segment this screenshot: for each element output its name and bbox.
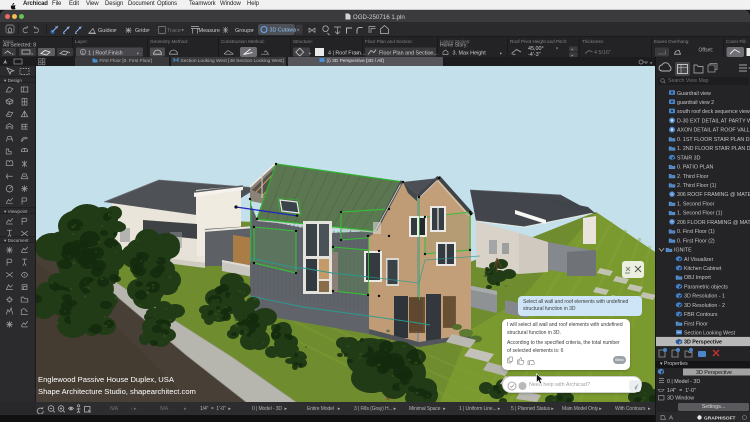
svg-text:▸: ▸ [572, 47, 574, 52]
svg-text:1 | Roof.Finish: 1 | Roof.Finish [88, 50, 123, 56]
svg-text:▸: ▸ [309, 50, 312, 55]
svg-text:▾: ▾ [556, 46, 558, 51]
svg-text:Home Story:: Home Story: [440, 43, 468, 49]
svg-text:1. Second Floor (1): 1. Second Floor (1) [677, 211, 723, 217]
svg-text:306 ROOF FRAMING @ MATE LINE: 306 ROOF FRAMING @ MATE LINE [677, 192, 750, 198]
svg-text:Guardrail view: Guardrail view [677, 91, 711, 97]
svg-text:206 FLOOR FRAMING @ MATE LINE: 206 FLOOR FRAMING @ MATE LINE [677, 220, 750, 226]
svg-text:IGNITE: IGNITE [674, 248, 692, 254]
svg-text:AXON DETAIL AT ROOF VALLEY EAS: AXON DETAIL AT ROOF VALLEY EAS [677, 128, 750, 134]
svg-text:Guides: Guides [98, 28, 116, 34]
svg-text:Section Looking West: Section Looking West [684, 331, 736, 337]
svg-text:1/4" = 1'-0": 1/4" = 1'-0" [667, 388, 696, 394]
svg-text:3D Perspective: 3D Perspective [684, 340, 722, 346]
svg-text:0. 1ST FLOOR STAIR PLAN DETAIL: 0. 1ST FLOOR STAIR PLAN DETAIL [677, 137, 750, 143]
svg-text:4 5/16": 4 5/16" [594, 50, 611, 56]
svg-text:2. Third Floor (1): 2. Third Floor (1) [677, 183, 717, 189]
svg-text:▾: ▾ [115, 28, 118, 33]
svg-text:▾: ▾ [182, 28, 185, 33]
svg-text:0 | Model - 3D: 0 | Model - 3D [667, 379, 700, 385]
svg-text:0. PATIO PLAN: 0. PATIO PLAN [677, 165, 713, 171]
svg-text:D-30 EXT DETAIL AT PARTY WALL: D-30 EXT DETAIL AT PARTY WALL EA [677, 119, 750, 125]
svg-text:▾: ▾ [252, 28, 255, 33]
svg-text:Offset:: Offset: [699, 48, 714, 54]
svg-text:Measure: Measure [199, 28, 220, 34]
svg-text:STAIR 3D: STAIR 3D [677, 155, 701, 161]
svg-text:▸: ▸ [500, 50, 503, 55]
svg-text:3D Perspective: 3D Perspective [696, 370, 732, 376]
svg-text:All Selected: 8: All Selected: 8 [3, 43, 36, 49]
svg-text:0. First Floor (1): 0. First Floor (1) [677, 229, 715, 235]
svg-text:Shape Architecture Studio, sha: Shape Architecture Studio, shapearchitec… [38, 387, 196, 396]
svg-text:3D Cutaway: 3D Cutaway [270, 28, 300, 34]
svg-text:2. Third Floor: 2. Third Floor [677, 174, 709, 180]
svg-text:1. Second Floor: 1. Second Floor [677, 201, 715, 207]
svg-text:guardrail view 2: guardrail view 2 [677, 100, 714, 106]
svg-text:GRAPHISOFT: GRAPHISOFT [704, 415, 736, 421]
svg-text:Parametric objects: Parametric objects [684, 284, 728, 290]
svg-text:45,00°: 45,00° [528, 46, 544, 52]
svg-text:First Floor: First Floor [684, 321, 708, 327]
svg-text:Kitchen Cabinet: Kitchen Cabinet [684, 266, 722, 272]
svg-text:▾: ▾ [650, 61, 653, 66]
svg-text:AI Visualizer: AI Visualizer [684, 257, 714, 263]
svg-text:3D Resolution - 2: 3D Resolution - 2 [684, 303, 725, 309]
svg-text:FBR Contours: FBR Contours [684, 312, 718, 318]
svg-text:Grids: Grids [135, 28, 148, 34]
svg-text:3D Window: 3D Window [667, 396, 694, 402]
svg-text:1. 2ND FLOOR STAIR PLAN DETAIL: 1. 2ND FLOOR STAIR PLAN DETAIL [677, 146, 750, 152]
svg-text:3D Resolution - 1: 3D Resolution - 1 [684, 294, 725, 300]
svg-text:0. First Floor (2): 0. First Floor (2) [677, 238, 715, 244]
svg-text:▸: ▸ [32, 51, 34, 56]
svg-text:▾: ▾ [148, 28, 151, 33]
svg-text:3. Max Height: 3. Max Height [453, 50, 487, 56]
svg-text:Trace: Trace [167, 28, 181, 34]
svg-text:Englewood Passive House Duplex: Englewood Passive House Duplex, USA [38, 375, 175, 384]
svg-text:▸: ▸ [12, 51, 14, 56]
svg-text:south roof deck sequence view: south roof deck sequence view [677, 109, 750, 115]
svg-text:OBJ Import: OBJ Import [684, 275, 711, 281]
svg-text:4 | Roof Fram...: 4 | Roof Fram... [328, 50, 365, 56]
